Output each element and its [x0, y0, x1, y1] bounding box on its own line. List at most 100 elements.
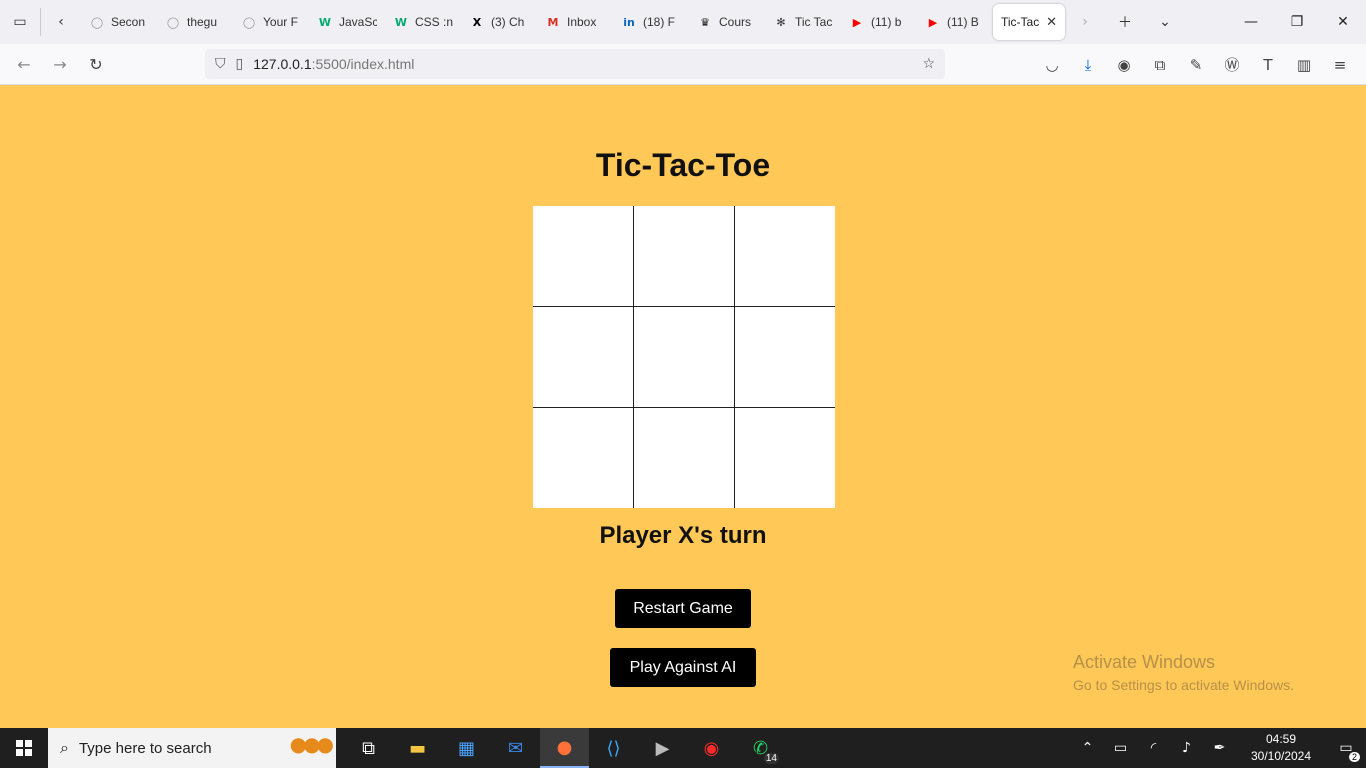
menu-icon[interactable]: ≡: [1322, 49, 1358, 81]
whatsapp-icon[interactable]: ✆ 14: [736, 728, 785, 768]
forward-icon[interactable]: →: [42, 48, 78, 80]
firefox-view-icon[interactable]: ▭: [0, 0, 40, 44]
tab-label: Cours: [719, 15, 752, 29]
url-path: :5500/index.html: [311, 56, 415, 72]
tab-scroll-right-icon[interactable]: ›: [1065, 0, 1105, 44]
start-button[interactable]: [0, 728, 48, 768]
board-cell[interactable]: [634, 408, 734, 508]
whatsapp-badge: 14: [763, 753, 779, 764]
pocket-icon[interactable]: ◡: [1034, 49, 1070, 81]
tab-4[interactable]: W CSS :n: [385, 4, 461, 40]
tab-label: (3) Ch: [491, 15, 525, 29]
tab-9[interactable]: ✻ Tic Tac: [765, 4, 841, 40]
search-icon: ⌕: [60, 738, 69, 757]
tab-label: (11) b: [871, 15, 902, 29]
wordpress-icon[interactable]: Ⓦ: [1214, 49, 1250, 81]
tab-label: Tic-Tac-: [1001, 15, 1041, 29]
github-icon: ◯: [242, 15, 256, 29]
media-player-icon[interactable]: ▶: [638, 728, 687, 768]
w3schools-icon: W: [394, 15, 408, 29]
url-bar[interactable]: ⛉ ▯ 127.0.0.1:5500/index.html ☆: [205, 49, 945, 79]
tab-label: Inbox: [567, 15, 597, 29]
notifications-icon[interactable]: ▭ 2: [1326, 728, 1366, 768]
page-content: Tic-Tac-Toe Player X's turn Restart Game…: [0, 85, 1366, 728]
mail-icon[interactable]: ✉: [491, 728, 540, 768]
page-icon: ▯: [235, 56, 244, 72]
tab-label: CSS :n: [415, 15, 453, 29]
clock-date: 30/10/2024: [1250, 749, 1312, 763]
tab-label: Tic Tac: [795, 15, 833, 29]
file-explorer-icon[interactable]: ▬: [393, 728, 442, 768]
tab-active[interactable]: Tic-Tac- ✕: [993, 4, 1065, 40]
tab-list: ◯ Secon ◯ thegu ◯ Your F W JavaSc W CSS :n X (3) Ch…: [81, 0, 993, 44]
color-picker-icon[interactable]: ✎: [1178, 49, 1214, 81]
restore-icon[interactable]: ❐: [1274, 0, 1320, 44]
new-tab-icon[interactable]: ＋: [1105, 0, 1145, 44]
board-cell[interactable]: [735, 307, 835, 407]
shield-icon[interactable]: ⛉: [215, 56, 226, 72]
notification-count: 2: [1348, 752, 1360, 762]
watermark-title: Activate Windows: [1073, 652, 1216, 672]
battery-icon[interactable]: ▭: [1104, 728, 1137, 768]
tab-scroll-left-icon[interactable]: ‹: [41, 0, 81, 44]
chatgpt-icon: ✻: [776, 15, 786, 29]
github-icon: ◯: [90, 15, 104, 29]
pen-icon[interactable]: ✒: [1203, 728, 1236, 768]
reload-icon[interactable]: ↻: [78, 48, 114, 80]
board-cell[interactable]: [533, 307, 633, 407]
board-cell[interactable]: [735, 206, 835, 306]
system-tray: ⌃ ▭ ◜ ♪ ✒ 04:59 30/10/2024 ▭ 2: [1071, 728, 1366, 768]
tab-list-chevron-icon[interactable]: ⌄: [1145, 0, 1185, 44]
x-icon: X: [472, 15, 482, 29]
board-cell[interactable]: [533, 206, 633, 306]
firefox-icon[interactable]: ●: [540, 728, 589, 768]
game-board: [533, 206, 835, 508]
tab-label: (18) F: [643, 15, 676, 29]
board-cell[interactable]: [634, 206, 734, 306]
account-icon[interactable]: ◉: [1106, 49, 1142, 81]
sidebar-icon[interactable]: ▥: [1286, 49, 1322, 81]
bookmark-star-icon[interactable]: ☆: [922, 56, 935, 72]
close-window-icon[interactable]: ✕: [1320, 0, 1366, 44]
linkedin-icon: in: [623, 15, 635, 29]
board-cell[interactable]: [533, 408, 633, 508]
board-cell[interactable]: [735, 408, 835, 508]
turn-status: Player X's turn: [599, 522, 767, 549]
network-icon[interactable]: ◜: [1137, 728, 1170, 768]
tab-8[interactable]: ♛ Cours: [689, 4, 765, 40]
browser-tab-strip: ▭ ‹ ◯ Secon ◯ thegu ◯ Your F W JavaSc W CSS :n X (3…: [0, 0, 1366, 44]
restart-game-button[interactable]: Restart Game: [615, 589, 751, 628]
tab-6[interactable]: M Inbox: [537, 4, 613, 40]
pumpkins-icon: ●●●: [289, 732, 334, 756]
windows-taskbar: ⌕ Type here to search ●●● ⧉ ▬ ▦ ✉ ● ⟨⟩ ▶…: [0, 728, 1366, 768]
minimize-icon[interactable]: —: [1228, 0, 1274, 44]
tab-10[interactable]: ▶ (11) b: [841, 4, 917, 40]
downloads-icon[interactable]: ⤓: [1070, 49, 1106, 81]
microsoft-store-icon[interactable]: ▦: [442, 728, 491, 768]
play-against-ai-button[interactable]: Play Against AI: [610, 648, 756, 687]
volume-icon[interactable]: ♪: [1170, 728, 1203, 768]
tab-label: thegu: [187, 15, 218, 29]
tab-0[interactable]: ◯ Secon: [81, 4, 157, 40]
youtube-icon: ▶: [852, 15, 862, 29]
tab-5[interactable]: X (3) Ch: [461, 4, 537, 40]
back-icon[interactable]: ←: [6, 48, 42, 80]
clock[interactable]: 04:59 30/10/2024: [1236, 731, 1326, 765]
extensions-icon[interactable]: ⧉: [1142, 49, 1178, 81]
clock-time: 04:59: [1265, 732, 1297, 746]
tab-3[interactable]: W JavaSc: [309, 4, 385, 40]
close-tab-icon[interactable]: ✕: [1046, 15, 1057, 30]
tab-11[interactable]: ▶ (11) B: [917, 4, 993, 40]
vscode-icon[interactable]: ⟨⟩: [589, 728, 638, 768]
board-cell[interactable]: [634, 307, 734, 407]
translate-icon[interactable]: T: [1250, 49, 1286, 81]
record-icon[interactable]: ◉: [687, 728, 736, 768]
tab-7[interactable]: in (18) F: [613, 4, 689, 40]
watermark-subtitle: Go to Settings to activate Windows.: [1073, 677, 1294, 693]
tab-1[interactable]: ◯ thegu: [157, 4, 233, 40]
show-hidden-icons-chevron-icon[interactable]: ⌃: [1071, 728, 1104, 768]
taskbar-search[interactable]: ⌕ Type here to search ●●●: [48, 728, 336, 768]
search-placeholder: Type here to search: [78, 739, 212, 757]
task-view-icon[interactable]: ⧉: [344, 728, 393, 768]
tab-2[interactable]: ◯ Your F: [233, 4, 309, 40]
